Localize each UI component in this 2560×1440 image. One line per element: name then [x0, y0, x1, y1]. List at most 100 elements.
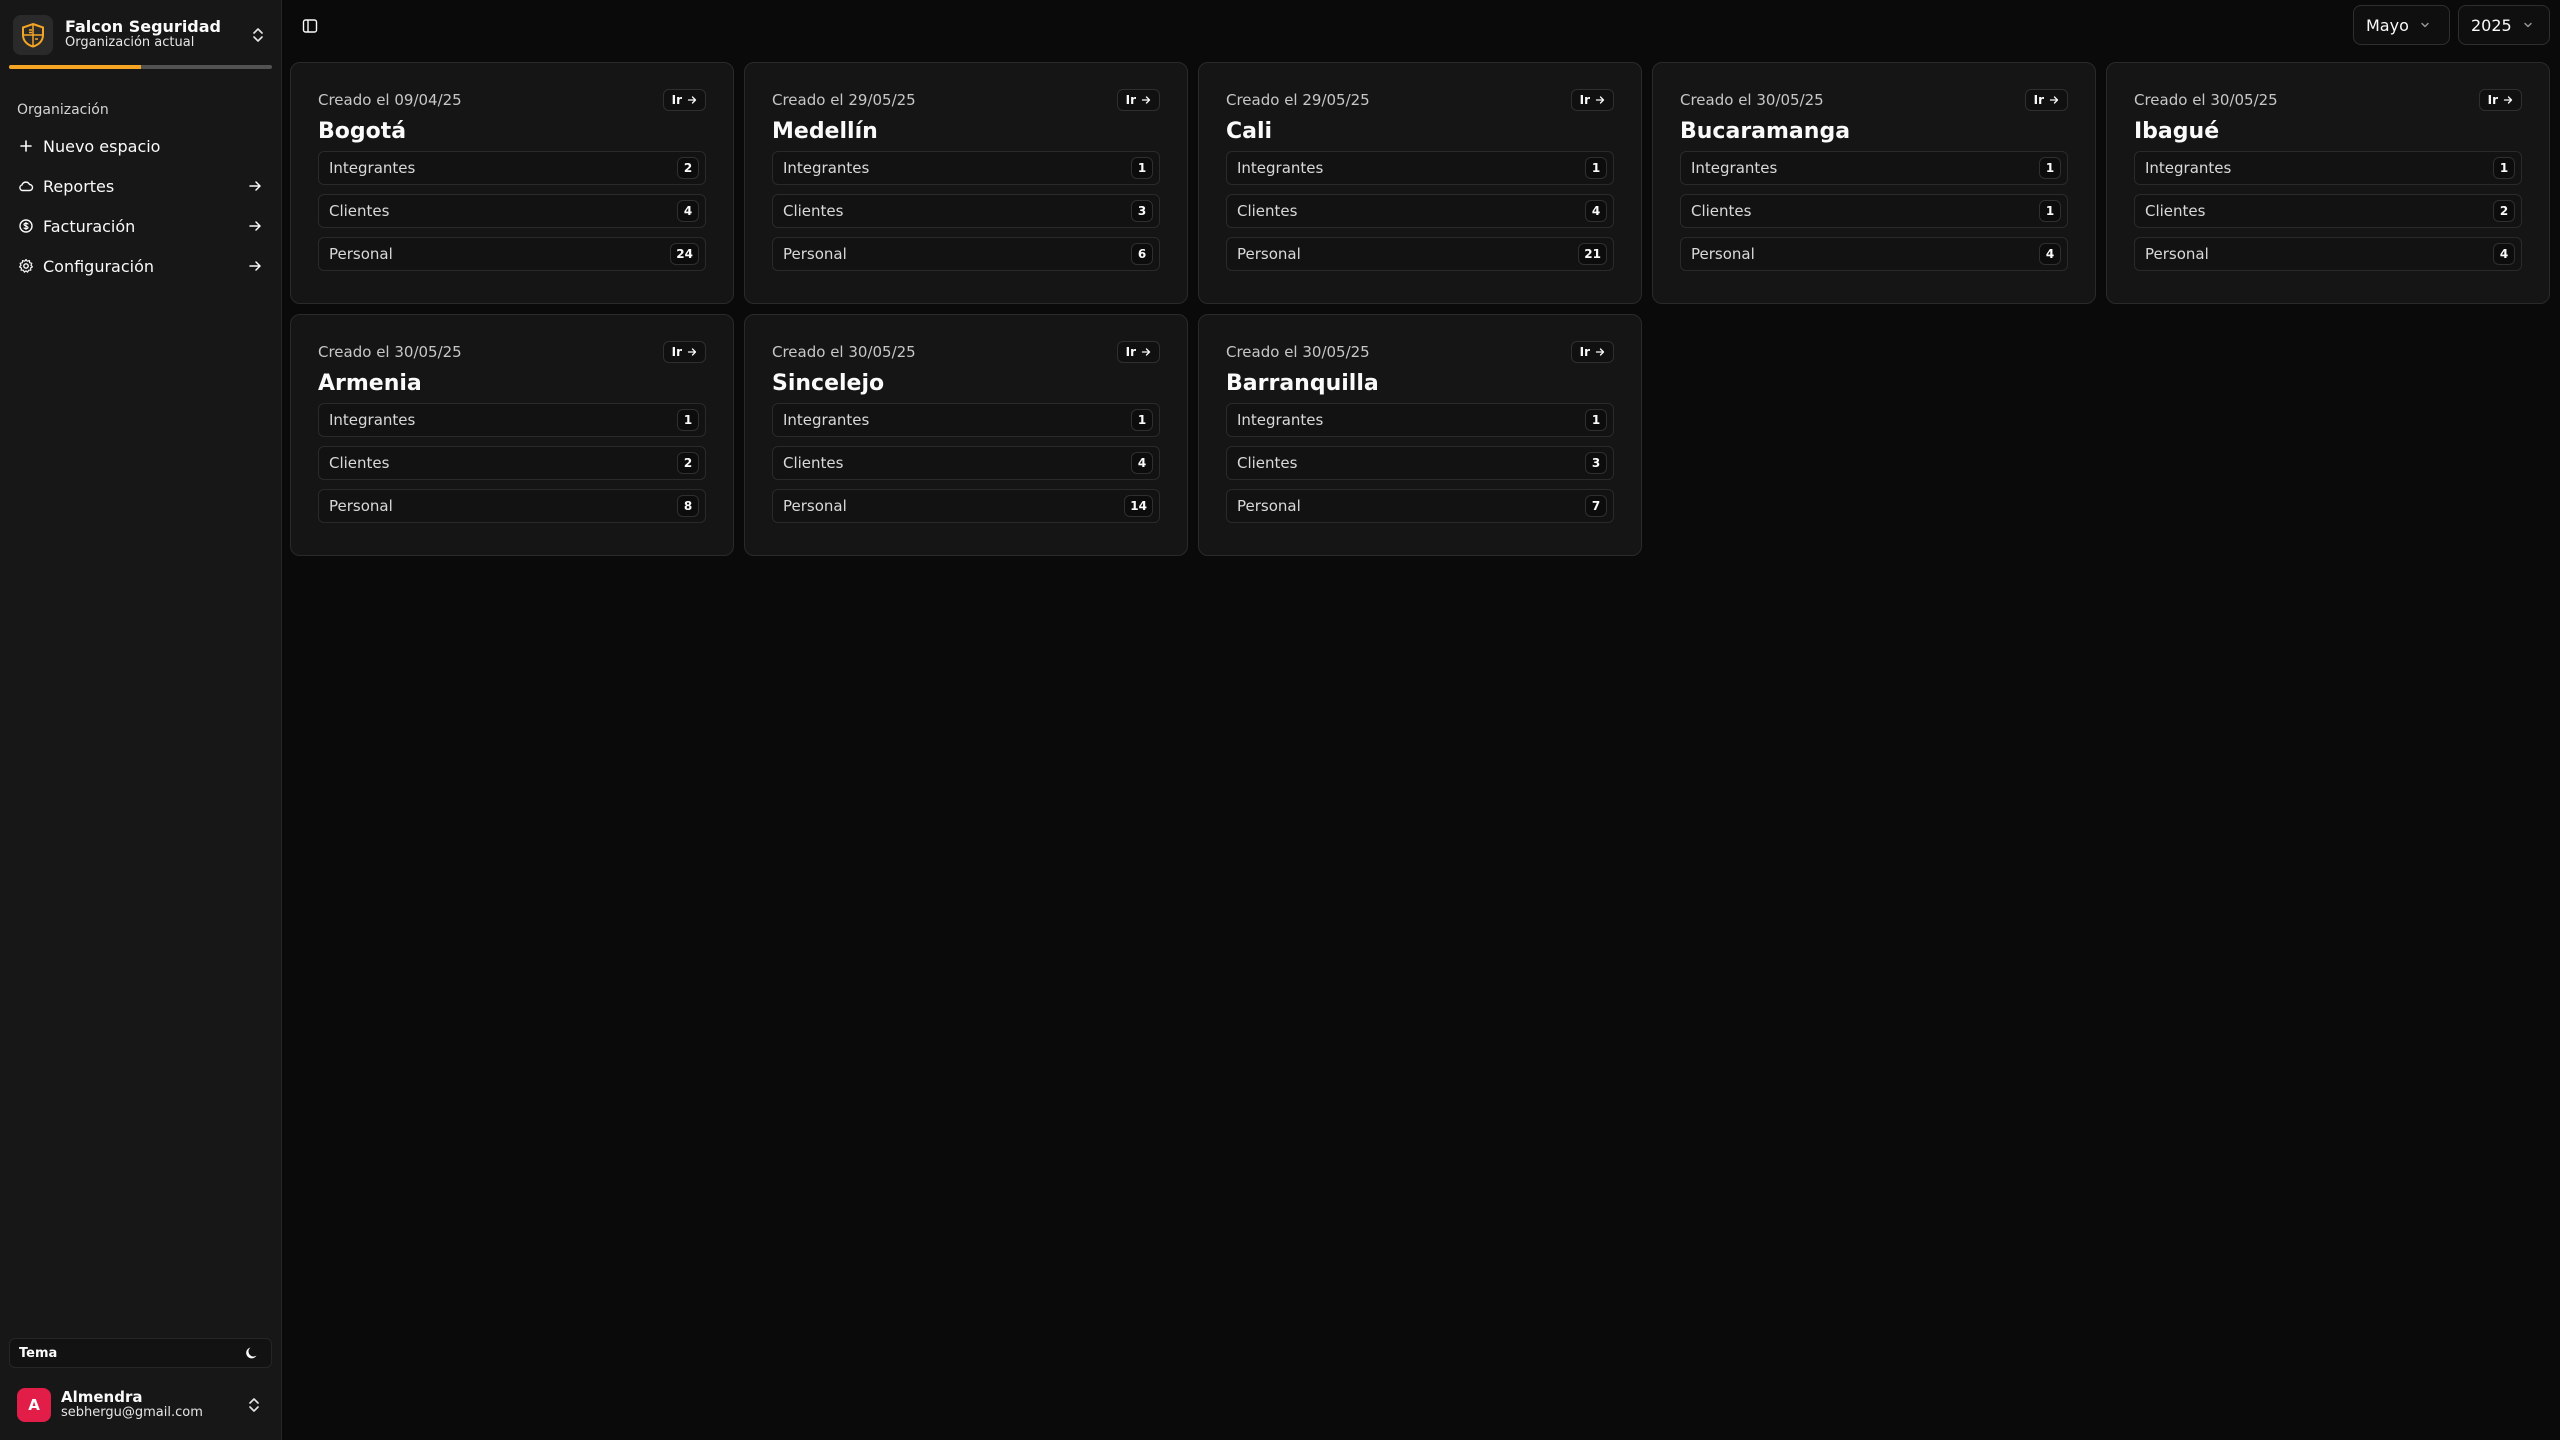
- stat-row: Clientes 2: [318, 446, 706, 480]
- stat-label: Integrantes: [329, 159, 416, 177]
- sidebar-item-nuevo-espacio[interactable]: Nuevo espacio: [9, 127, 272, 165]
- theme-label: Tema: [19, 1345, 58, 1361]
- org-progress-bar: [9, 65, 272, 69]
- arrow-right-icon: [682, 95, 697, 105]
- card-stats: Integrantes 1 Clientes 4 Personal 21: [1226, 151, 1614, 271]
- arrow-right-icon: [2498, 95, 2513, 105]
- cloud-icon: [18, 178, 34, 194]
- stat-count-badge: 1: [1131, 157, 1153, 179]
- stat-count-badge: 7: [1585, 495, 1607, 517]
- stat-row: Integrantes 2: [318, 151, 706, 185]
- stat-label: Clientes: [783, 454, 844, 472]
- go-button[interactable]: Ir: [1570, 341, 1614, 363]
- go-button-label: Ir: [1579, 93, 1590, 107]
- user-name: Almendra: [61, 1387, 143, 1406]
- plus-icon: [18, 138, 34, 154]
- sidebar-toggle-icon[interactable]: [296, 12, 324, 40]
- stat-label: Clientes: [2145, 202, 2206, 220]
- card-title: Medellín: [772, 119, 878, 144]
- theme-row: Tema: [9, 1338, 272, 1368]
- stat-row: Integrantes 1: [318, 403, 706, 437]
- section-label: Organización: [17, 102, 109, 118]
- stat-row: Integrantes 1: [1226, 403, 1614, 437]
- stat-row: Personal 24: [318, 237, 706, 271]
- stat-row: Personal 8: [318, 489, 706, 523]
- stat-row: Clientes 4: [772, 446, 1160, 480]
- go-button-label: Ir: [671, 345, 682, 359]
- stat-row: Clientes 3: [1226, 446, 1614, 480]
- arrow-right-icon: [1590, 347, 1605, 357]
- stat-label: Personal: [783, 497, 847, 515]
- space-card: Creado el 29/05/25 Ir Cali Integrantes 1…: [1198, 62, 1642, 304]
- stat-count-badge: 4: [2039, 243, 2061, 265]
- stat-row: Personal 4: [1680, 237, 2068, 271]
- go-button[interactable]: Ir: [2024, 89, 2068, 111]
- stat-label: Clientes: [329, 202, 390, 220]
- sidebar-item-reportes[interactable]: Reportes: [9, 167, 272, 205]
- stat-label: Clientes: [329, 454, 390, 472]
- card-stats: Integrantes 2 Clientes 4 Personal 24: [318, 151, 706, 271]
- stat-row: Integrantes 1: [1680, 151, 2068, 185]
- user-email: sebhergu@gmail.com: [61, 1405, 203, 1421]
- stat-label: Clientes: [1237, 454, 1298, 472]
- user-menu[interactable]: A Almendra sebhergu@gmail.com: [9, 1380, 272, 1430]
- space-card: Creado el 30/05/25 Ir Barranquilla Integ…: [1198, 314, 1642, 556]
- stat-row: Clientes 4: [318, 194, 706, 228]
- stat-count-badge: 8: [677, 495, 699, 517]
- stat-count-badge: 14: [1124, 495, 1153, 517]
- stat-count-badge: 3: [1131, 200, 1153, 222]
- card-title: Bucaramanga: [1680, 119, 1851, 144]
- card-title: Barranquilla: [1226, 371, 1379, 396]
- stat-row: Personal 14: [772, 489, 1160, 523]
- card-stats: Integrantes 1 Clientes 3 Personal 7: [1226, 403, 1614, 523]
- org-switcher[interactable]: Falcon Seguridad Organización actual: [9, 10, 272, 59]
- stat-label: Personal: [1237, 497, 1301, 515]
- chevrons-updown-icon: [244, 1395, 264, 1415]
- stat-label: Integrantes: [2145, 159, 2232, 177]
- stat-label: Clientes: [1237, 202, 1298, 220]
- go-button[interactable]: Ir: [1116, 341, 1160, 363]
- stat-count-badge: 2: [2493, 200, 2515, 222]
- chevron-down-icon: [2522, 19, 2534, 31]
- stat-count-badge: 1: [1585, 409, 1607, 431]
- card-stats: Integrantes 1 Clientes 3 Personal 6: [772, 151, 1160, 271]
- stat-label: Integrantes: [783, 411, 870, 429]
- go-button[interactable]: Ir: [662, 341, 706, 363]
- sidebar-item-configuracion[interactable]: Configuración: [9, 247, 272, 285]
- chevron-down-icon: [2419, 19, 2431, 31]
- month-select[interactable]: Mayo: [2353, 5, 2450, 45]
- arrow-right-icon: [2044, 95, 2059, 105]
- avatar: A: [17, 1388, 51, 1422]
- go-button[interactable]: Ir: [1570, 89, 1614, 111]
- card-stats: Integrantes 1 Clientes 2 Personal 8: [318, 403, 706, 523]
- stat-row: Personal 7: [1226, 489, 1614, 523]
- stat-label: Personal: [1691, 245, 1755, 263]
- chevrons-updown-icon: [248, 25, 268, 45]
- sidebar-item-label: Reportes: [43, 176, 115, 196]
- stat-label: Integrantes: [1691, 159, 1778, 177]
- arrow-right-icon: [682, 347, 697, 357]
- card-title: Cali: [1226, 119, 1273, 144]
- stat-row: Clientes 4: [1226, 194, 1614, 228]
- card-created-date: Creado el 30/05/25: [772, 343, 916, 361]
- month-value: Mayo: [2366, 15, 2409, 35]
- go-button[interactable]: Ir: [662, 89, 706, 111]
- go-button[interactable]: Ir: [1116, 89, 1160, 111]
- sidebar-item-facturacion[interactable]: Facturación: [9, 207, 272, 245]
- stat-count-badge: 1: [2039, 157, 2061, 179]
- arrow-right-icon: [1136, 347, 1151, 357]
- stat-count-badge: 21: [1578, 243, 1607, 265]
- go-button-label: Ir: [1125, 93, 1136, 107]
- org-subtitle: Organización actual: [65, 35, 195, 51]
- org-logo-icon: [13, 14, 53, 55]
- stat-count-badge: 3: [1585, 452, 1607, 474]
- go-button-label: Ir: [1125, 345, 1136, 359]
- stat-label: Personal: [329, 245, 393, 263]
- year-select[interactable]: 2025: [2458, 5, 2550, 45]
- stat-count-badge: 4: [1131, 452, 1153, 474]
- go-button[interactable]: Ir: [2478, 89, 2522, 111]
- card-title: Armenia: [318, 371, 422, 396]
- main-content: Mayo 2025 Creado el 09/04/25 Ir Bogotá I…: [282, 0, 2560, 1440]
- moon-icon[interactable]: [241, 1342, 263, 1364]
- stat-count-badge: 2: [677, 157, 699, 179]
